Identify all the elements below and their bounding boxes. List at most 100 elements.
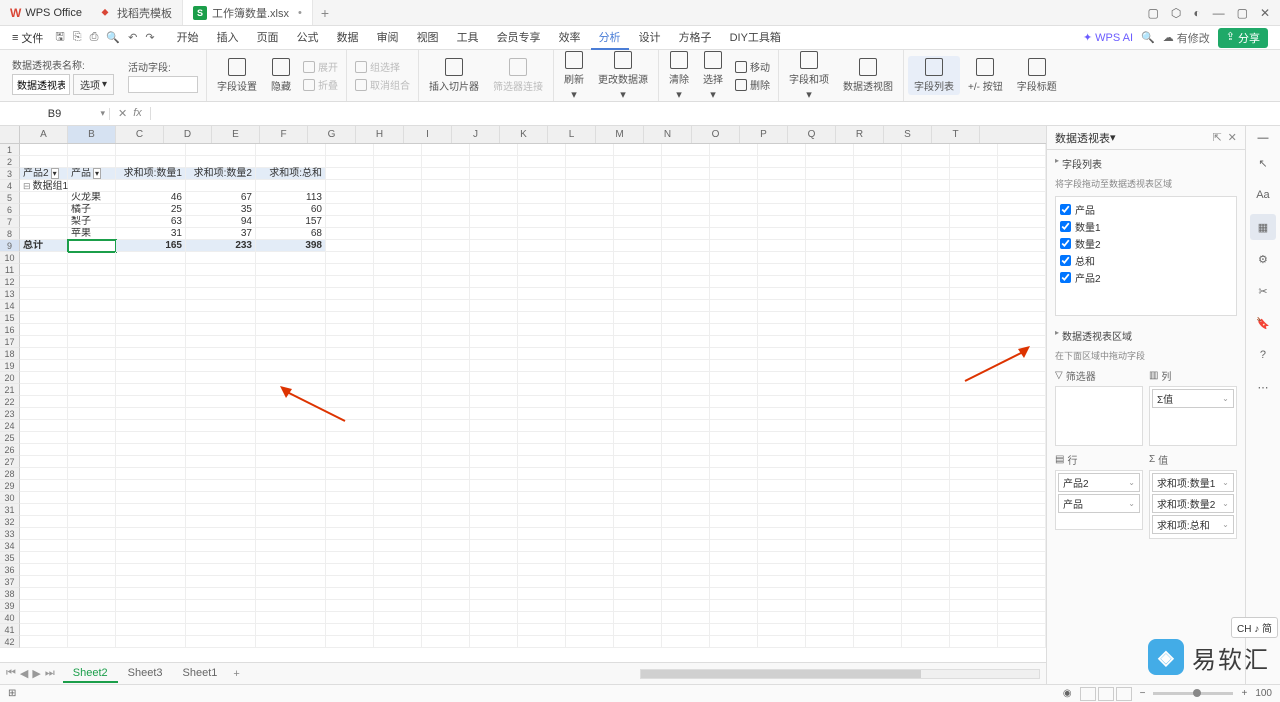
row-header-8[interactable]: 8 — [0, 228, 20, 240]
cell[interactable] — [758, 492, 806, 504]
cell[interactable] — [950, 300, 998, 312]
cell[interactable] — [806, 384, 854, 396]
cell[interactable] — [662, 144, 710, 156]
cell[interactable] — [422, 456, 470, 468]
cell[interactable]: 60 — [256, 204, 326, 216]
cell[interactable] — [998, 240, 1046, 252]
cell[interactable] — [186, 528, 256, 540]
cell[interactable] — [566, 216, 614, 228]
cell[interactable] — [902, 432, 950, 444]
cell[interactable] — [256, 408, 326, 420]
cell[interactable] — [566, 468, 614, 480]
cell[interactable] — [20, 492, 68, 504]
cell[interactable] — [186, 600, 256, 612]
cell[interactable] — [998, 372, 1046, 384]
cell[interactable] — [710, 192, 758, 204]
cell[interactable] — [902, 204, 950, 216]
cell[interactable] — [710, 612, 758, 624]
cell[interactable] — [662, 504, 710, 516]
row-header-9[interactable]: 9 — [0, 240, 20, 252]
cell[interactable] — [854, 312, 902, 324]
row-header-16[interactable]: 16 — [0, 324, 20, 336]
preview-icon[interactable]: 🔍 — [106, 31, 120, 44]
cell[interactable] — [854, 360, 902, 372]
cell[interactable] — [758, 156, 806, 168]
cell[interactable]: 233 — [186, 240, 256, 252]
cell[interactable] — [758, 240, 806, 252]
cell[interactable] — [710, 180, 758, 192]
cell[interactable] — [422, 468, 470, 480]
cell[interactable] — [998, 600, 1046, 612]
field-item-数量2[interactable]: 数量2 — [1060, 235, 1232, 252]
cell[interactable] — [566, 492, 614, 504]
cell[interactable] — [758, 456, 806, 468]
cell[interactable] — [422, 336, 470, 348]
cell[interactable] — [662, 444, 710, 456]
help-icon[interactable]: ? — [1250, 342, 1276, 368]
cell[interactable] — [662, 540, 710, 552]
cell[interactable] — [854, 288, 902, 300]
cell[interactable] — [806, 468, 854, 480]
cell[interactable]: 113 — [256, 192, 326, 204]
cell[interactable] — [806, 204, 854, 216]
cell[interactable] — [470, 480, 518, 492]
cell[interactable] — [950, 600, 998, 612]
cell[interactable] — [662, 468, 710, 480]
cell[interactable] — [256, 540, 326, 552]
cell[interactable] — [20, 636, 68, 648]
cell[interactable] — [470, 216, 518, 228]
area-item[interactable]: 求和项:数量1⌄ — [1152, 473, 1234, 492]
menu-审阅[interactable]: 审阅 — [369, 26, 407, 50]
cell[interactable] — [710, 300, 758, 312]
row-header-22[interactable]: 22 — [0, 396, 20, 408]
cell[interactable] — [20, 384, 68, 396]
cell[interactable] — [186, 432, 256, 444]
cell[interactable] — [186, 540, 256, 552]
cell[interactable] — [854, 432, 902, 444]
row-header-13[interactable]: 13 — [0, 288, 20, 300]
cell[interactable] — [518, 288, 566, 300]
cell[interactable] — [902, 312, 950, 324]
cell[interactable] — [566, 300, 614, 312]
cell[interactable] — [68, 516, 116, 528]
cell[interactable] — [854, 456, 902, 468]
cell[interactable] — [518, 168, 566, 180]
cell[interactable] — [20, 288, 68, 300]
cell[interactable] — [758, 252, 806, 264]
cell[interactable] — [186, 612, 256, 624]
cell[interactable] — [256, 180, 326, 192]
cell[interactable] — [998, 156, 1046, 168]
cell[interactable] — [806, 420, 854, 432]
zoom-value[interactable]: 100 — [1255, 688, 1272, 699]
row-header-2[interactable]: 2 — [0, 156, 20, 168]
active-field-input[interactable] — [128, 76, 198, 93]
cell[interactable] — [20, 396, 68, 408]
cell[interactable] — [116, 252, 186, 264]
cell[interactable] — [186, 300, 256, 312]
row-header-36[interactable]: 36 — [0, 564, 20, 576]
cell[interactable] — [950, 420, 998, 432]
cell[interactable] — [854, 240, 902, 252]
cell[interactable] — [422, 300, 470, 312]
cell[interactable]: 橘子 — [68, 204, 116, 216]
cell[interactable] — [614, 156, 662, 168]
cell[interactable] — [806, 504, 854, 516]
cell[interactable] — [758, 288, 806, 300]
cell[interactable] — [710, 456, 758, 468]
cell[interactable] — [186, 552, 256, 564]
doc-tab-file[interactable]: S 工作簿数量.xlsx • — [183, 0, 313, 25]
cell[interactable] — [902, 420, 950, 432]
cell[interactable] — [470, 432, 518, 444]
cell[interactable] — [470, 276, 518, 288]
cell[interactable] — [806, 432, 854, 444]
cell[interactable] — [116, 432, 186, 444]
cell[interactable] — [470, 264, 518, 276]
cell[interactable] — [422, 516, 470, 528]
cell[interactable] — [998, 192, 1046, 204]
cell[interactable] — [326, 552, 374, 564]
cell[interactable] — [566, 504, 614, 516]
cell[interactable] — [116, 480, 186, 492]
cell[interactable] — [854, 600, 902, 612]
cell[interactable] — [566, 312, 614, 324]
cell[interactable] — [20, 480, 68, 492]
